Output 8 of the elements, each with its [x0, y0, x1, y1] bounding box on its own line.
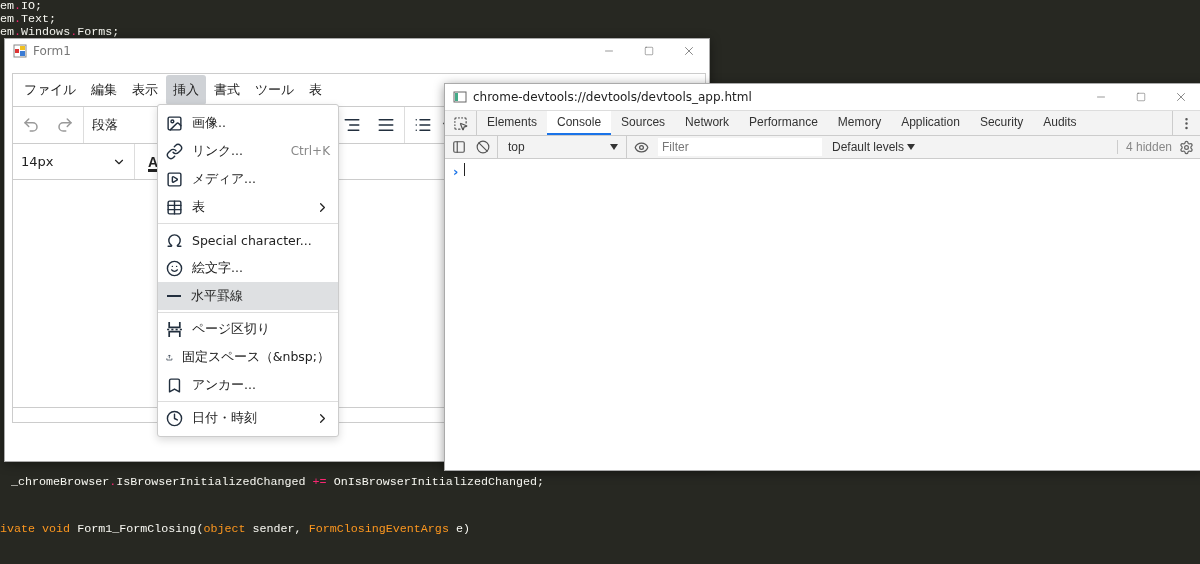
code-line: em.IO; [0, 0, 43, 13]
code-line: em.Text; [0, 13, 57, 26]
code-line: _chromeBrowser.IsBrowserInitializedChanged += OnIsBrowserInitializedChanged; [11, 476, 545, 489]
window-title: Form1 [33, 44, 71, 58]
hidden-count: 4 hidden [1116, 140, 1172, 154]
code-line: em.Windows.Forms; [0, 26, 120, 39]
code-line: ivate void Form1_FormClosing(object sender, FormClosingEventArgs e) [0, 523, 470, 536]
window-title: chrome-devtools://devtools/devtools_app.html [473, 90, 752, 104]
